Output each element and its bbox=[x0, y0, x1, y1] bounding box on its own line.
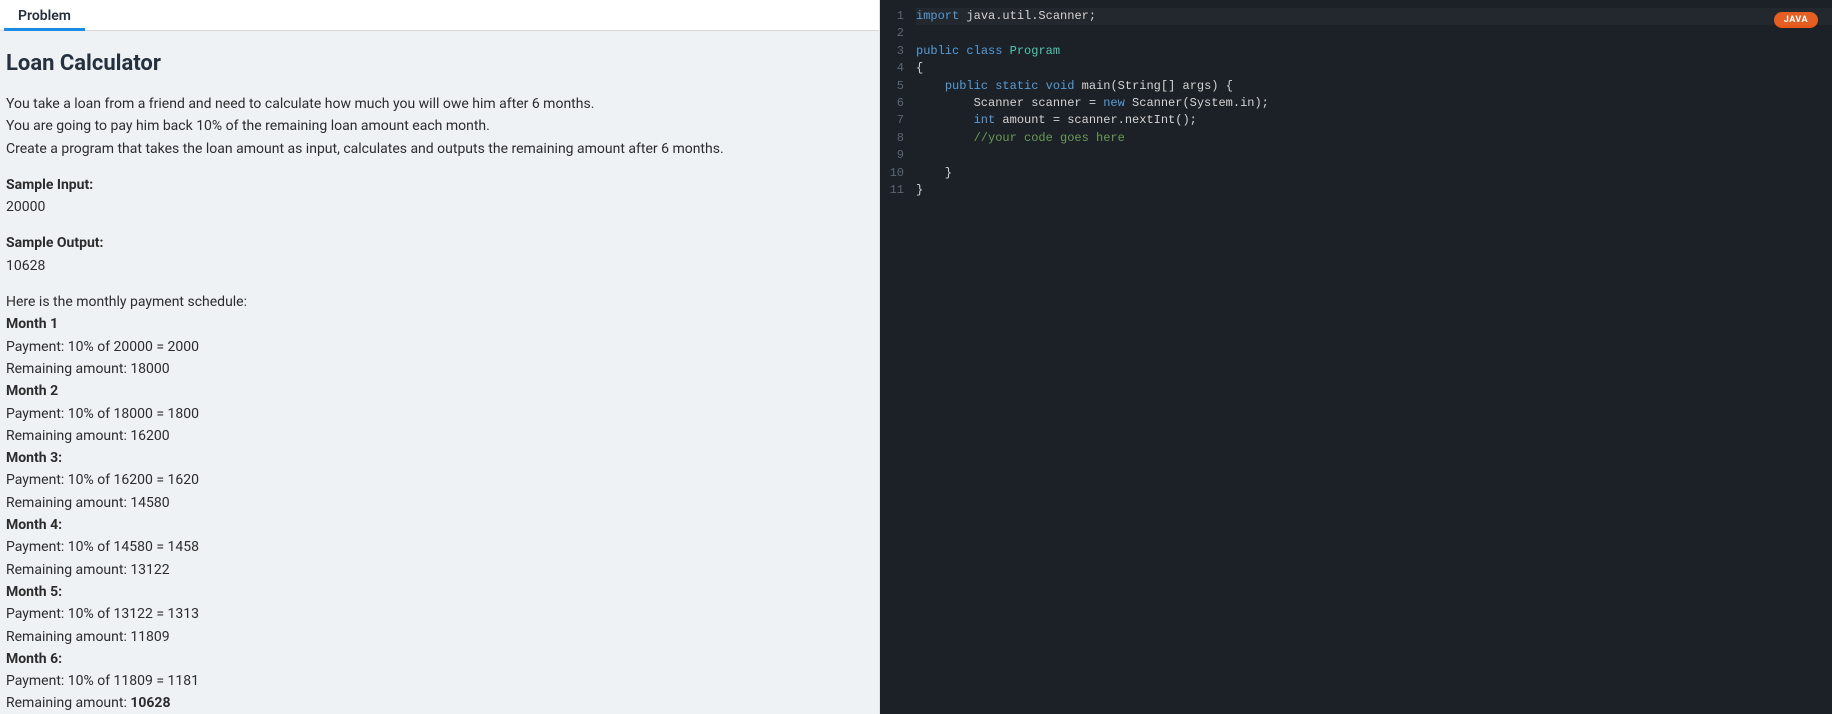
line-number: 7 bbox=[880, 112, 904, 129]
month-label: Month 4: bbox=[6, 515, 873, 535]
month-label: Month 5: bbox=[6, 582, 873, 602]
sample-input-value: 20000 bbox=[6, 197, 873, 217]
month-remaining: Remaining amount: 10628 bbox=[6, 693, 873, 713]
month-payment: Payment: 10% of 18000 = 1800 bbox=[6, 404, 873, 424]
code-line[interactable]: int amount = scanner.nextInt(); bbox=[916, 112, 1832, 129]
month-remaining: Remaining amount: 11809 bbox=[6, 627, 873, 647]
line-number: 8 bbox=[880, 130, 904, 147]
problem-scroll-area[interactable]: Loan Calculator You take a loan from a f… bbox=[0, 31, 879, 714]
month-label: Month 6: bbox=[6, 649, 873, 669]
month-label: Month 2 bbox=[6, 381, 873, 401]
code-line[interactable]: public static void main(String[] args) { bbox=[916, 78, 1832, 95]
month-remaining: Remaining amount: 13122 bbox=[6, 560, 873, 580]
problem-content: Loan Calculator You take a loan from a f… bbox=[0, 31, 879, 714]
month-label: Month 1 bbox=[6, 314, 873, 334]
line-number: 4 bbox=[880, 60, 904, 77]
code-line[interactable] bbox=[916, 147, 1832, 164]
sample-output-value: 10628 bbox=[6, 256, 873, 276]
problem-description: You take a loan from a friend and need t… bbox=[6, 94, 873, 714]
month-payment: Payment: 10% of 13122 = 1313 bbox=[6, 604, 873, 624]
code-editor[interactable]: 1234567891011 import java.util.Scanner; … bbox=[880, 0, 1832, 714]
sample-input-label: Sample Input: bbox=[6, 175, 873, 195]
line-number: 10 bbox=[880, 165, 904, 182]
line-number: 3 bbox=[880, 43, 904, 60]
sample-output-label: Sample Output: bbox=[6, 233, 873, 253]
intro-line: You are going to pay him back 10% of the… bbox=[6, 116, 873, 136]
month-label: Month 3: bbox=[6, 448, 873, 468]
month-payment: Payment: 10% of 14580 = 1458 bbox=[6, 537, 873, 557]
line-number: 9 bbox=[880, 147, 904, 164]
code-line[interactable]: } bbox=[916, 182, 1832, 199]
tab-bar: Problem bbox=[0, 0, 879, 31]
code-line[interactable] bbox=[916, 25, 1832, 42]
month-remaining: Remaining amount: 16200 bbox=[6, 426, 873, 446]
intro-line: You take a loan from a friend and need t… bbox=[6, 94, 873, 114]
code-line[interactable]: } bbox=[916, 165, 1832, 182]
month-remaining: Remaining amount: 14580 bbox=[6, 493, 873, 513]
code-editor-panel: JAVA 1234567891011 import java.util.Scan… bbox=[880, 0, 1832, 714]
code-line[interactable]: //your code goes here bbox=[916, 130, 1832, 147]
line-number: 1 bbox=[880, 8, 904, 25]
problem-title: Loan Calculator bbox=[6, 51, 873, 76]
code-line[interactable]: Scanner scanner = new Scanner(System.in)… bbox=[916, 95, 1832, 112]
month-payment: Payment: 10% of 11809 = 1181 bbox=[6, 671, 873, 691]
line-number: 6 bbox=[880, 95, 904, 112]
code-line[interactable]: import java.util.Scanner; bbox=[916, 8, 1832, 25]
problem-panel: Problem Loan Calculator You take a loan … bbox=[0, 0, 880, 714]
schedule-intro: Here is the monthly payment schedule: bbox=[6, 292, 873, 312]
line-number: 2 bbox=[880, 25, 904, 42]
line-number: 5 bbox=[880, 78, 904, 95]
tab-problem[interactable]: Problem bbox=[4, 0, 85, 30]
line-number: 11 bbox=[880, 182, 904, 199]
month-payment: Payment: 10% of 20000 = 2000 bbox=[6, 337, 873, 357]
month-remaining: Remaining amount: 18000 bbox=[6, 359, 873, 379]
code-line[interactable]: { bbox=[916, 60, 1832, 77]
code-line[interactable]: public class Program bbox=[916, 43, 1832, 60]
code-area[interactable]: import java.util.Scanner; public class P… bbox=[916, 8, 1832, 714]
month-payment: Payment: 10% of 16200 = 1620 bbox=[6, 470, 873, 490]
intro-line: Create a program that takes the loan amo… bbox=[6, 139, 873, 159]
line-number-gutter: 1234567891011 bbox=[880, 8, 916, 714]
